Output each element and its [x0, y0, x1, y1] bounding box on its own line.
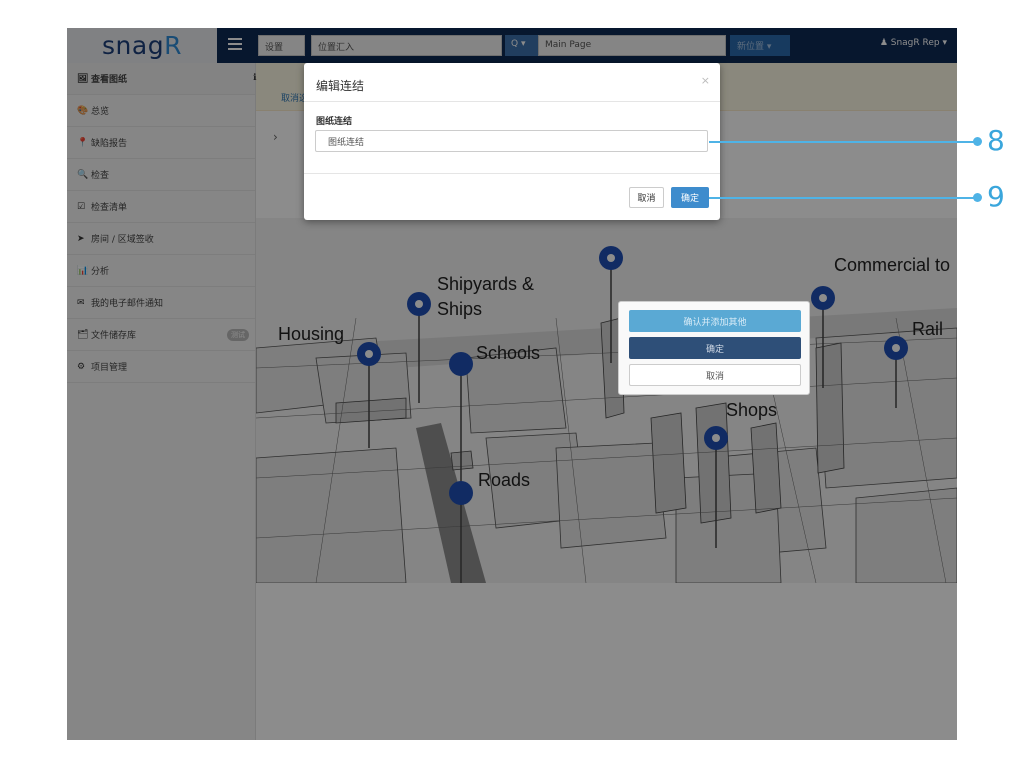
close-icon[interactable]: ×: [701, 74, 710, 87]
modal-ok-button[interactable]: 确定: [671, 187, 709, 208]
callout-line-8: [709, 141, 979, 143]
pin-action-menu: 确认并添加其他 确定 取消: [618, 301, 810, 395]
drawing-link-label: 图纸连结: [316, 117, 353, 127]
callout-line-9: [709, 197, 979, 199]
callout-dot-8: [973, 137, 982, 146]
modal-header: 编辑连结 ×: [304, 63, 720, 102]
app-window: snag R 设置 位置汇入 Q ▾ Main Page 新位置 ▾ ♟ Snag…: [67, 28, 957, 740]
modal-title: 编辑连结: [316, 79, 365, 93]
callout-number-8: 8: [987, 124, 1005, 157]
drawing-link-input[interactable]: 图纸连结: [315, 130, 708, 152]
modal-footer-divider: [304, 173, 720, 174]
confirm-button[interactable]: 确定: [629, 337, 801, 359]
callout-dot-9: [973, 193, 982, 202]
cancel-button[interactable]: 取消: [629, 364, 801, 386]
confirm-add-another-button[interactable]: 确认并添加其他: [629, 310, 801, 332]
callout-number-9: 9: [987, 180, 1005, 213]
edit-link-modal: 编辑连结 × 图纸连结 图纸连结 取消 确定: [304, 63, 720, 220]
modal-cancel-button[interactable]: 取消: [629, 187, 664, 208]
